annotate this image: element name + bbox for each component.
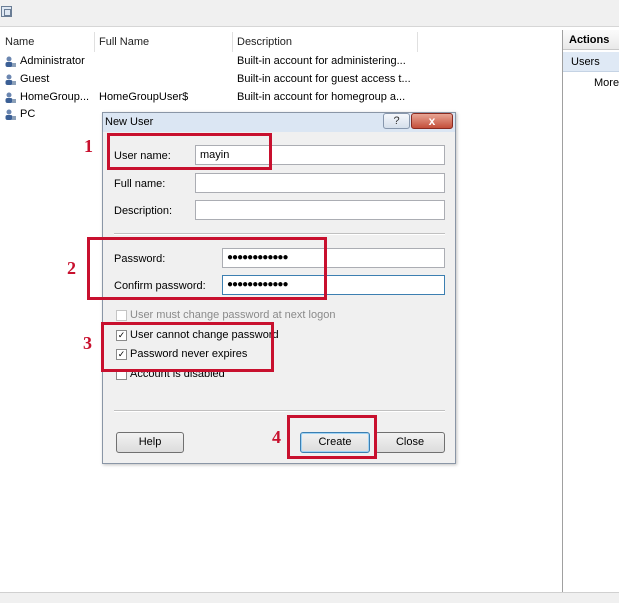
dialog-title: New User: [105, 116, 154, 128]
description-field[interactable]: [195, 200, 445, 220]
annotation-number-3: 3: [83, 333, 92, 353]
fullname-label: Full name:: [114, 178, 166, 190]
column-header-full-name[interactable]: Full Name: [94, 32, 232, 52]
status-bar: [0, 592, 619, 603]
user-description: Built-in account for guest access t...: [237, 73, 411, 85]
close-button[interactable]: Close: [375, 432, 445, 453]
fullname-field[interactable]: [195, 173, 445, 193]
help-button[interactable]: Help: [116, 432, 184, 453]
actions-header: Actions: [563, 30, 619, 50]
user-name: Guest: [20, 73, 50, 85]
annotation-number-1: 1: [84, 136, 93, 156]
user-icon: [5, 92, 16, 103]
annotation-box-4: [287, 415, 377, 459]
user-full-name: HomeGroupUser$: [99, 91, 189, 103]
checkbox-must-change[interactable]: [116, 310, 127, 321]
user-icon: [5, 109, 16, 120]
column-header-description[interactable]: Description: [232, 32, 417, 52]
user-description: Built-in account for administering...: [237, 55, 406, 67]
actions-pane: [562, 30, 619, 602]
annotation-number-4: 4: [272, 427, 281, 447]
user-icon: [5, 74, 16, 85]
console-icon[interactable]: [1, 6, 12, 17]
column-divider[interactable]: [417, 32, 418, 52]
toolbar: [0, 0, 619, 27]
annotation-box-1: [107, 133, 272, 170]
list-item[interactable]: HomeGroup... HomeGroupUser$ Built-in acc…: [0, 89, 560, 106]
actions-section-users[interactable]: Users: [563, 52, 619, 72]
list-item[interactable]: Guest Built-in account for guest access …: [0, 71, 560, 88]
user-name: PC: [20, 108, 36, 120]
column-header-name[interactable]: Name: [0, 32, 95, 52]
annotation-box-2: [87, 237, 327, 300]
user-icon: [5, 56, 16, 67]
list-item[interactable]: Administrator Built-in account for admin…: [0, 53, 560, 70]
annotation-number-2: 2: [67, 258, 76, 278]
user-name: HomeGroup...: [20, 91, 90, 103]
help-icon[interactable]: ?: [383, 113, 410, 129]
close-icon[interactable]: x: [411, 113, 453, 129]
divider: [114, 233, 445, 235]
must-change-label: User must change password at next logon: [130, 309, 336, 321]
user-name: Administrator: [20, 55, 85, 67]
more-actions-link[interactable]: More: [594, 77, 619, 89]
annotation-box-3: [101, 322, 274, 372]
description-label: Description:: [114, 205, 173, 217]
divider: [114, 410, 445, 412]
user-description: Built-in account for homegroup a...: [237, 91, 406, 103]
